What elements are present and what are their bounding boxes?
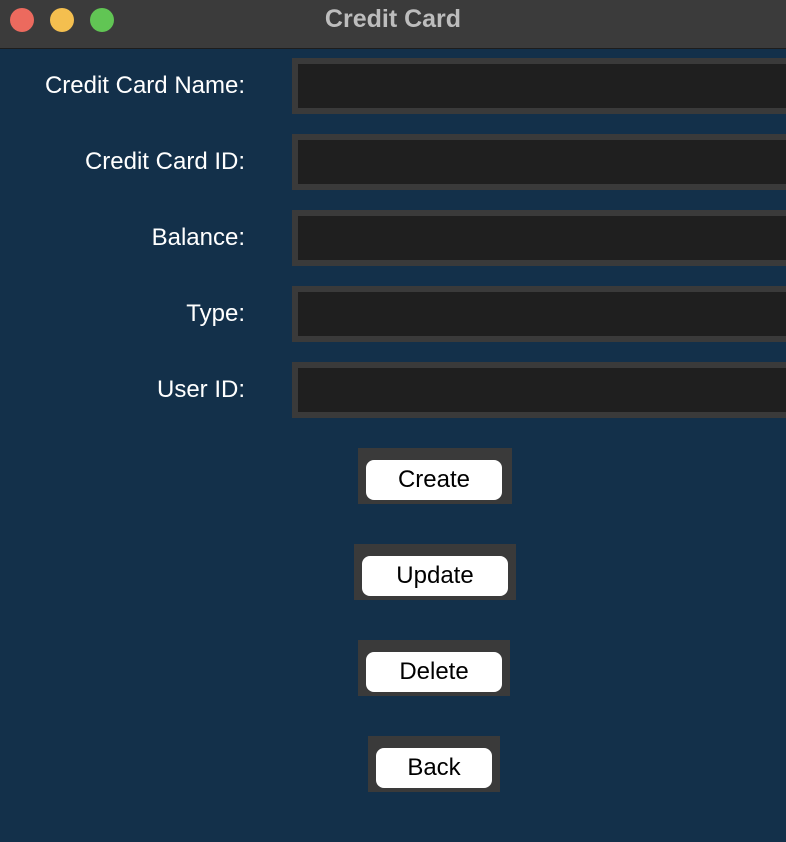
delete-button-frame: Delete: [358, 640, 510, 696]
user-id-row: User ID:: [0, 362, 786, 418]
credit-card-id-label: Credit Card ID:: [84, 148, 245, 175]
back-button-frame: Back: [368, 736, 500, 792]
credit-card-name-row: Credit Card Name:: [0, 58, 786, 114]
update-button-frame: Update: [354, 544, 516, 600]
credit-card-name-label: Credit Card Name:: [44, 72, 245, 99]
balance-label: Balance:: [151, 224, 245, 251]
balance-row: Balance:: [0, 210, 786, 266]
window-title: Credit Card: [324, 5, 462, 33]
user-id-input[interactable]: [292, 362, 786, 418]
create-button[interactable]: Create: [366, 460, 502, 500]
balance-input[interactable]: [292, 210, 786, 266]
credit-card-id-input[interactable]: [292, 134, 786, 190]
user-id-label: User ID:: [156, 376, 245, 403]
credit-card-name-input[interactable]: [292, 58, 786, 114]
title-bar: Credit Card: [0, 0, 786, 49]
type-input[interactable]: [292, 286, 786, 342]
create-button-frame: Create: [358, 448, 512, 504]
delete-button[interactable]: Delete: [366, 652, 502, 692]
back-button[interactable]: Back: [376, 748, 492, 788]
type-row: Type:: [0, 286, 786, 342]
credit-card-window: Credit Card Credit Card Name: Credit Car…: [0, 0, 786, 842]
update-button[interactable]: Update: [362, 556, 508, 596]
type-label: Type:: [186, 300, 245, 327]
credit-card-id-row: Credit Card ID:: [0, 134, 786, 190]
